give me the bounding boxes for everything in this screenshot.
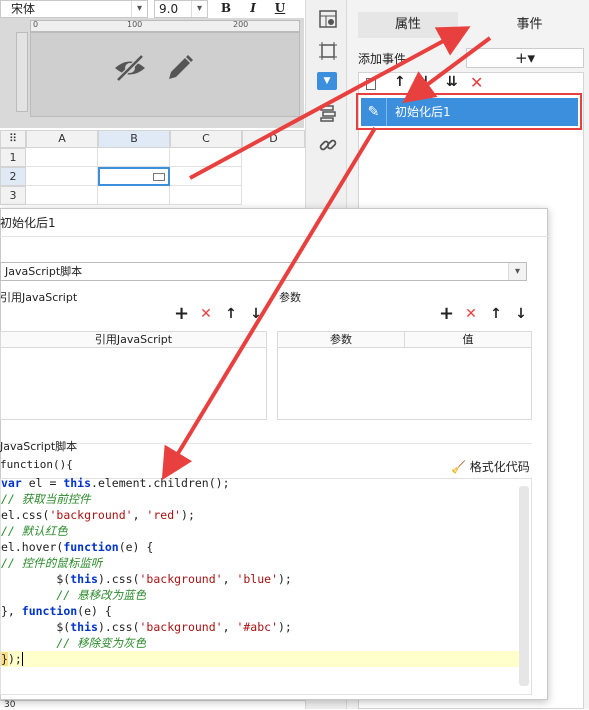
chevron-down-icon[interactable]: ▾ (131, 1, 147, 17)
eye-off-icon[interactable] (113, 53, 147, 83)
move-up-icon[interactable]: ↑ (394, 74, 406, 90)
ruler-tick-label: 200 (233, 20, 249, 29)
ruler-tick-label: 0 (33, 20, 39, 29)
code-line: // 获取当前控件 (1, 492, 91, 506)
code-line-current: });​ (1, 651, 519, 667)
event-type-value: JavaScript脚本 (5, 265, 83, 278)
move-bottom-icon[interactable]: ⇊ (446, 74, 458, 90)
link-icon[interactable] (319, 136, 337, 154)
chevron-down-icon[interactable]: ▾ (191, 1, 207, 17)
divider (0, 236, 548, 237)
row-header[interactable]: 2 (0, 167, 26, 186)
annotation-highlight-box (356, 93, 582, 130)
chevron-down-icon[interactable]: ▾ (508, 263, 526, 280)
code-line: $(this).css('background', 'blue'); (1, 572, 292, 586)
broom-icon: 🧹 (451, 460, 466, 474)
add-icon[interactable]: + (439, 305, 454, 323)
cell-properties-icon[interactable] (319, 10, 337, 28)
grid-cell[interactable] (98, 186, 170, 205)
ruler-tick-label: 100 (127, 20, 143, 29)
code-editor[interactable]: var el = this.element.children(); // 获取当… (0, 476, 532, 695)
code-line: // 默认红色 (1, 524, 68, 538)
horizontal-ruler: 0 100 200 (30, 20, 300, 32)
code-line: // 控件的鼠标监听 (1, 556, 103, 570)
bold-button[interactable]: B (216, 0, 236, 18)
code-line: // 移除变为灰色 (1, 636, 147, 650)
move-down-icon[interactable]: ↓ (249, 307, 263, 321)
script-section-label: JavaScript脚本 (0, 440, 78, 453)
widget-settings-icon[interactable]: ▼ (317, 72, 337, 90)
dialog-title: 初始化后1 (0, 216, 56, 230)
column-header[interactable]: B (98, 130, 170, 148)
grid-cell[interactable] (170, 148, 242, 167)
font-size-value: 9.0 (159, 2, 179, 16)
widget-frame-icon[interactable] (319, 42, 337, 60)
font-name-select[interactable]: 宋体 ▾ (0, 0, 148, 18)
add-event-button[interactable]: +▾ (466, 48, 584, 68)
ref-js-table: 引用JavaScript (0, 331, 267, 420)
code-line: $(this).css('background', '#abc'); (1, 620, 292, 634)
grid-cell[interactable] (170, 167, 242, 186)
code-line: }, function(e) { (1, 604, 112, 618)
add-event-label: 添加事件 (358, 52, 407, 66)
widget-icon (153, 173, 165, 181)
ref-js-column-header: 引用JavaScript (1, 332, 266, 348)
grid-corner[interactable]: ⠿ (0, 130, 26, 148)
code-line: // 悬移改为蓝色 (1, 588, 147, 602)
code-scrollbar[interactable] (519, 486, 529, 686)
font-name-value: 宋体 (11, 2, 36, 16)
grid-cell[interactable] (26, 167, 98, 186)
row-header[interactable]: 3 (0, 186, 26, 205)
preview-canvas (30, 32, 300, 117)
move-down-icon[interactable]: ↓ (514, 307, 528, 321)
tab-events[interactable]: 事件 (470, 12, 589, 38)
delete-icon[interactable]: ✕ (199, 307, 213, 321)
tab-properties[interactable]: 属性 (358, 12, 458, 38)
column-header[interactable]: A (26, 130, 98, 148)
params-table: 参数 值 (277, 331, 532, 420)
grid-bottom-row: 30 (0, 700, 305, 710)
code-line: el.hover(function(e) { (1, 540, 154, 554)
row-header[interactable]: 1 (0, 148, 26, 167)
params-value-column-header: 值 (405, 332, 531, 348)
params-name-column-header: 参数 (278, 332, 405, 348)
format-code-label: 格式化代码 (469, 460, 530, 474)
params-section-label: 参数 (279, 291, 301, 304)
copy-icon[interactable] (366, 78, 376, 90)
column-header[interactable]: D (242, 130, 305, 148)
divider (0, 443, 532, 444)
code-line: var el = this.element.children(); (1, 476, 230, 490)
delete-icon[interactable]: ✕ (470, 73, 483, 92)
layers-icon[interactable] (319, 104, 337, 122)
move-up-icon[interactable]: ↑ (224, 307, 238, 321)
vertical-ruler (16, 32, 28, 112)
grid-cell[interactable] (26, 148, 98, 167)
column-header[interactable]: C (170, 130, 242, 148)
ref-js-section-label: 引用JavaScript (0, 291, 78, 304)
function-signature: function(){ (0, 458, 73, 471)
italic-button[interactable]: I (243, 0, 263, 18)
code-line: el.css('background', 'red'); (1, 508, 195, 522)
grid-cell[interactable] (26, 186, 98, 205)
font-size-select[interactable]: 9.0 ▾ (154, 0, 208, 18)
grid-cell[interactable] (98, 148, 170, 167)
event-type-select[interactable]: JavaScript脚本 ▾ (0, 262, 527, 281)
delete-icon[interactable]: ✕ (464, 307, 478, 321)
add-icon[interactable]: + (174, 305, 189, 323)
edit-pencil-icon[interactable] (165, 53, 195, 83)
move-down-icon[interactable]: ↓ (420, 74, 432, 90)
format-code-button[interactable]: 🧹 格式化代码 (451, 458, 530, 475)
underline-button[interactable]: U (270, 0, 290, 18)
selected-cell[interactable] (98, 167, 170, 186)
grid-cell[interactable] (170, 186, 242, 205)
spreadsheet-grid: ⠿ A B C D 1 2 3 (0, 130, 305, 210)
move-up-icon[interactable]: ↑ (489, 307, 503, 321)
